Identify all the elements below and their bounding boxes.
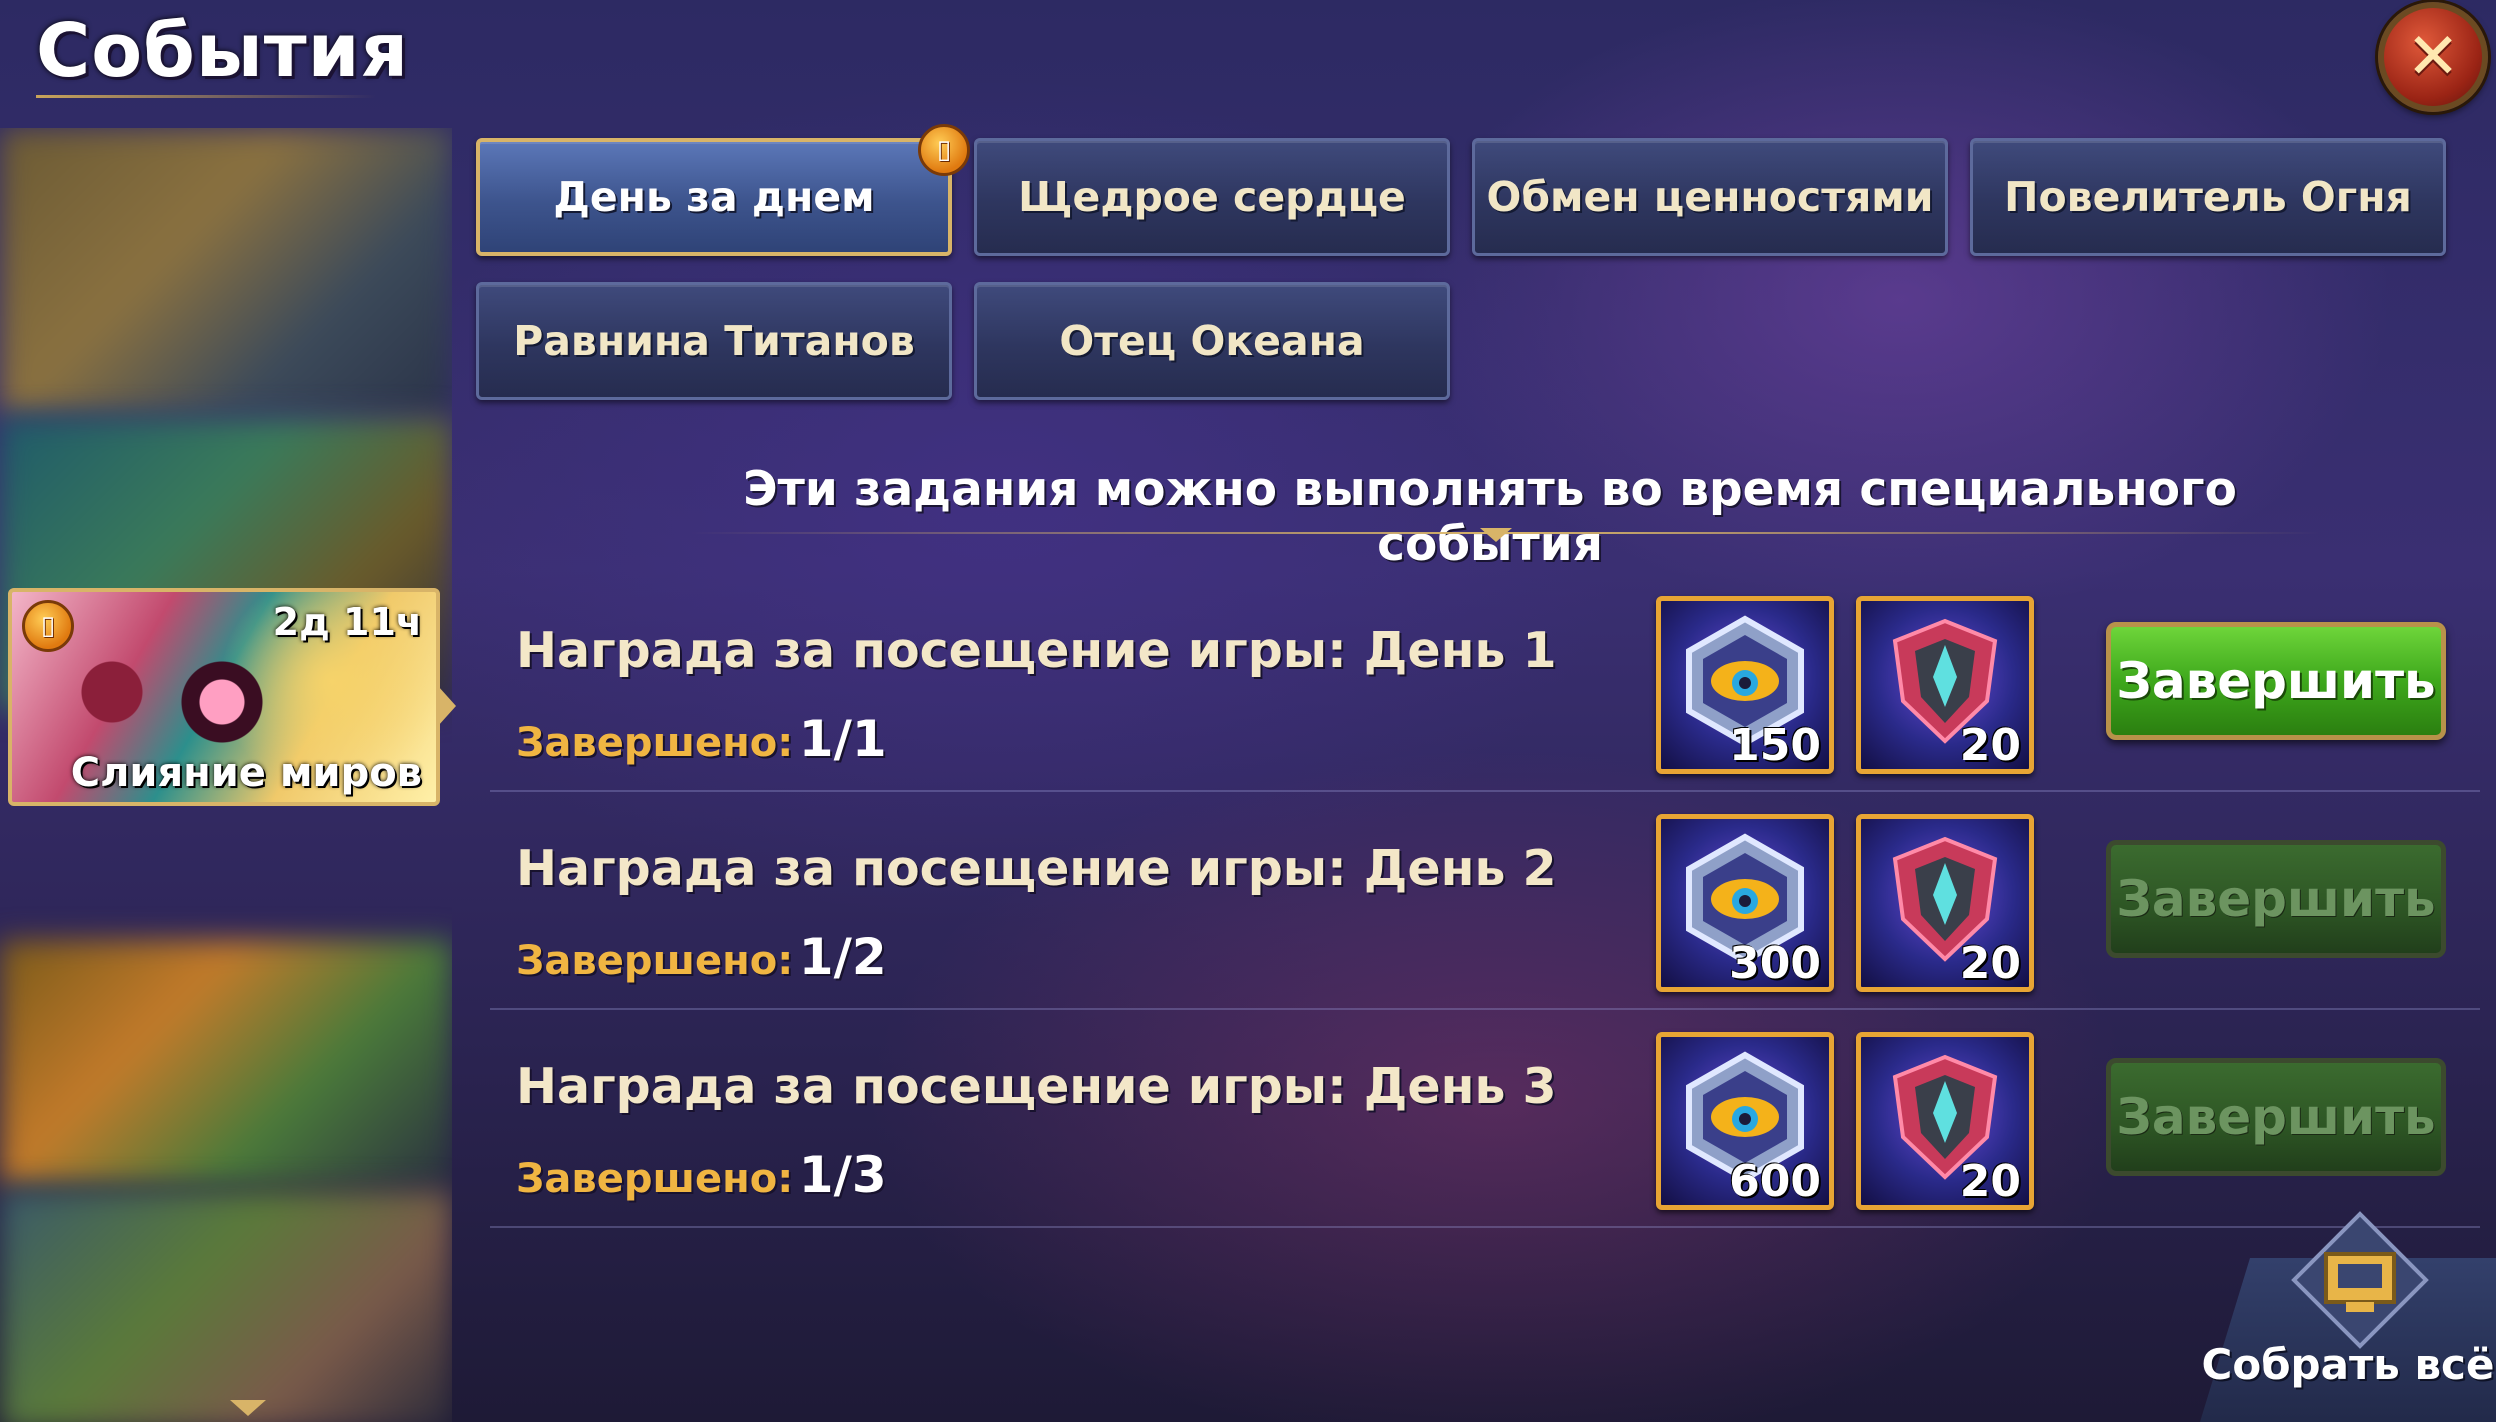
row-divider [490, 1226, 2480, 1228]
reward-count: 20 [1959, 1156, 2021, 1207]
quest-title: Награда за посещение игры: День 3 [516, 1058, 1557, 1115]
progress-value: 1/1 [798, 710, 887, 768]
reward-item[interactable]: 150 [1656, 596, 1834, 774]
tab-label: Отец Океана [1059, 317, 1365, 365]
tab-value-exchange[interactable]: Обмен ценностями [1472, 138, 1948, 256]
event-list-item-active[interactable]: ▯ 2д 11ч Слияние миров [8, 588, 440, 806]
quest-title: Награда за посещение игры: День 1 [516, 622, 1557, 679]
reward-item[interactable]: 300 [1656, 814, 1834, 992]
progress-label: Завершено: [516, 1156, 794, 1202]
reward-count: 20 [1959, 938, 2021, 989]
reward-count: 600 [1729, 1156, 1821, 1207]
title-underline [36, 95, 376, 98]
progress-label: Завершено: [516, 938, 794, 984]
scroll-down-icon[interactable] [230, 1400, 266, 1416]
tab-label: Равнина Титанов [513, 317, 915, 365]
complete-button-label: Завершить [2116, 652, 2436, 710]
event-list-item[interactable] [0, 940, 452, 1185]
quest-progress: Завершено: 1/3 [516, 1146, 887, 1204]
complete-button[interactable]: Завершить [2106, 622, 2446, 740]
tab-label: День за днем [553, 173, 875, 221]
tab-label: Повелитель Огня [2004, 173, 2412, 221]
quest-title: Награда за посещение игры: День 2 [516, 840, 1557, 897]
tab-titan-plain[interactable]: Равнина Титанов [476, 282, 952, 400]
progress-label: Завершено: [516, 720, 794, 766]
close-icon: ✕ [2406, 20, 2460, 94]
reward-item[interactable]: 20 [1856, 814, 2034, 992]
selection-arrow-icon [438, 686, 456, 726]
event-list-item[interactable] [0, 128, 452, 413]
tab-label: Обмен ценностями [1486, 173, 1934, 221]
progress-value: 1/2 [798, 928, 887, 986]
quest-progress: Завершено: 1/2 [516, 928, 887, 986]
event-name: Слияние миров [70, 750, 422, 796]
gift-icon: ▯ [918, 124, 970, 176]
reward-count: 150 [1729, 720, 1821, 771]
page-title: События [36, 8, 409, 94]
reward-count: 300 [1729, 938, 1821, 989]
event-list-item[interactable] [0, 1190, 452, 1422]
collect-all-icon[interactable] [2290, 1210, 2430, 1350]
row-divider [490, 1008, 2480, 1010]
row-divider [490, 790, 2480, 792]
tab-label: Щедрое сердце [1018, 173, 1406, 221]
complete-button[interactable]: Завершить [2106, 840, 2446, 958]
complete-button[interactable]: Завершить [2106, 1058, 2446, 1176]
reward-item[interactable]: 20 [1856, 596, 2034, 774]
gift-icon: ▯ [22, 600, 74, 652]
quest-progress: Завершено: 1/1 [516, 710, 887, 768]
collect-all-label[interactable]: Собрать всё [2200, 1340, 2496, 1389]
tab-day-by-day[interactable]: День за днем [476, 138, 952, 256]
complete-button-label: Завершить [2116, 870, 2436, 928]
quests-subtitle: Эти задания можно выполнять во время спе… [743, 462, 2237, 572]
subtitle-notch-icon [1480, 528, 1512, 542]
reward-count: 20 [1959, 720, 2021, 771]
progress-value: 1/3 [798, 1146, 887, 1204]
event-timer: 2д 11ч [272, 600, 422, 644]
reward-item[interactable]: 20 [1856, 1032, 2034, 1210]
complete-button-label: Завершить [2116, 1088, 2436, 1146]
tab-fire-lord[interactable]: Повелитель Огня [1970, 138, 2446, 256]
reward-item[interactable]: 600 [1656, 1032, 1834, 1210]
tab-generous-heart[interactable]: Щедрое сердце [974, 138, 1450, 256]
close-button[interactable]: ✕ [2378, 2, 2488, 112]
tab-ocean-father[interactable]: Отец Океана [974, 282, 1450, 400]
